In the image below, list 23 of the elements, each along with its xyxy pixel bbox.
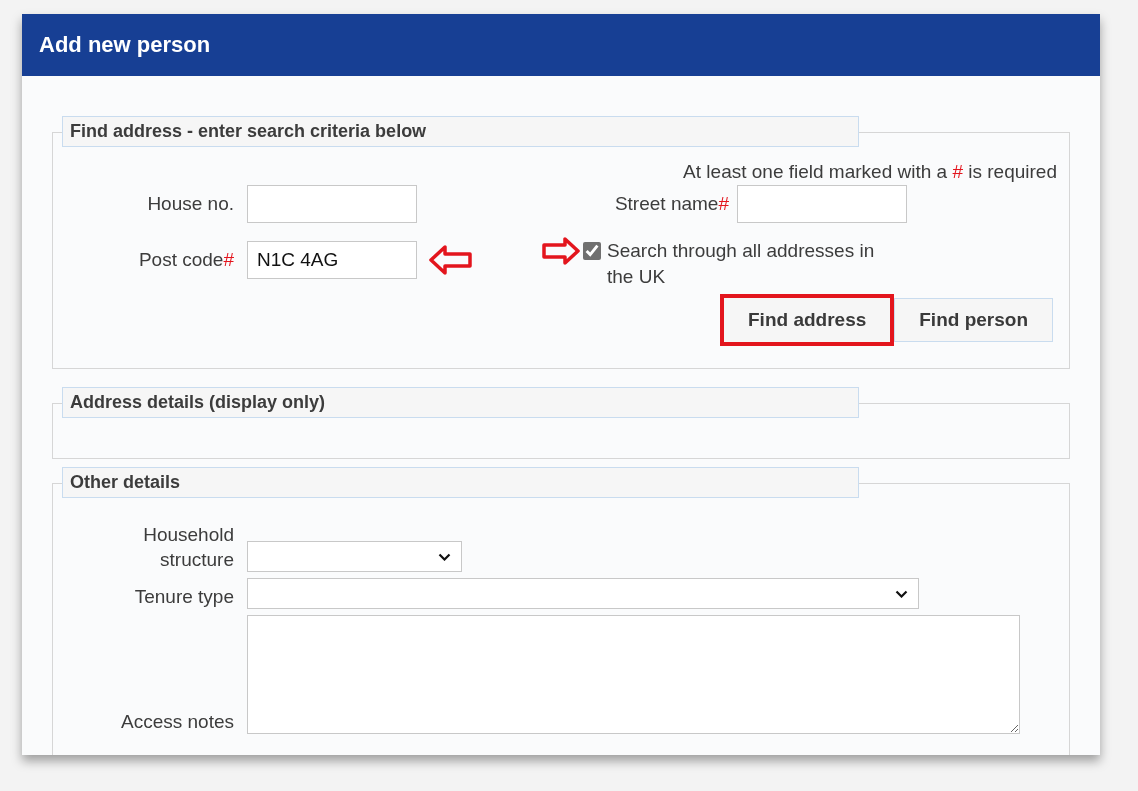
chevron-down-icon <box>895 589 908 598</box>
field-label: Household structure <box>142 523 235 572</box>
field-label: Post code# <box>137 248 235 271</box>
section-heading: Find address - enter search criteria below <box>62 116 859 147</box>
notes-field[interactable] <box>247 615 1020 734</box>
field-label: House no. <box>146 193 235 215</box>
dialog-title: Add new person <box>39 32 211 58</box>
field-label: Tenure type <box>133 585 235 609</box>
find-person-button[interactable]: Find person <box>894 298 1053 342</box>
dropdown[interactable] <box>247 578 919 609</box>
dropdown[interactable] <box>247 541 462 572</box>
field-label: Access notes <box>120 710 235 734</box>
required-note: At least one field marked with a # is required <box>682 161 1057 183</box>
chevron-down-icon <box>438 552 451 561</box>
field-label: Street name# <box>613 193 730 215</box>
find-address-button[interactable]: Find address <box>720 294 895 346</box>
section-heading: Other details <box>62 467 859 498</box>
street-name-field[interactable] <box>737 185 907 223</box>
postcode-field[interactable]: N1C 4AG <box>247 240 417 279</box>
checkbox-label: Search through all addresses in the UK <box>607 239 876 289</box>
section-heading: Address details (display only) <box>62 387 859 418</box>
house-number-field[interactable] <box>247 185 417 223</box>
search-all-checkbox[interactable] <box>583 242 601 260</box>
